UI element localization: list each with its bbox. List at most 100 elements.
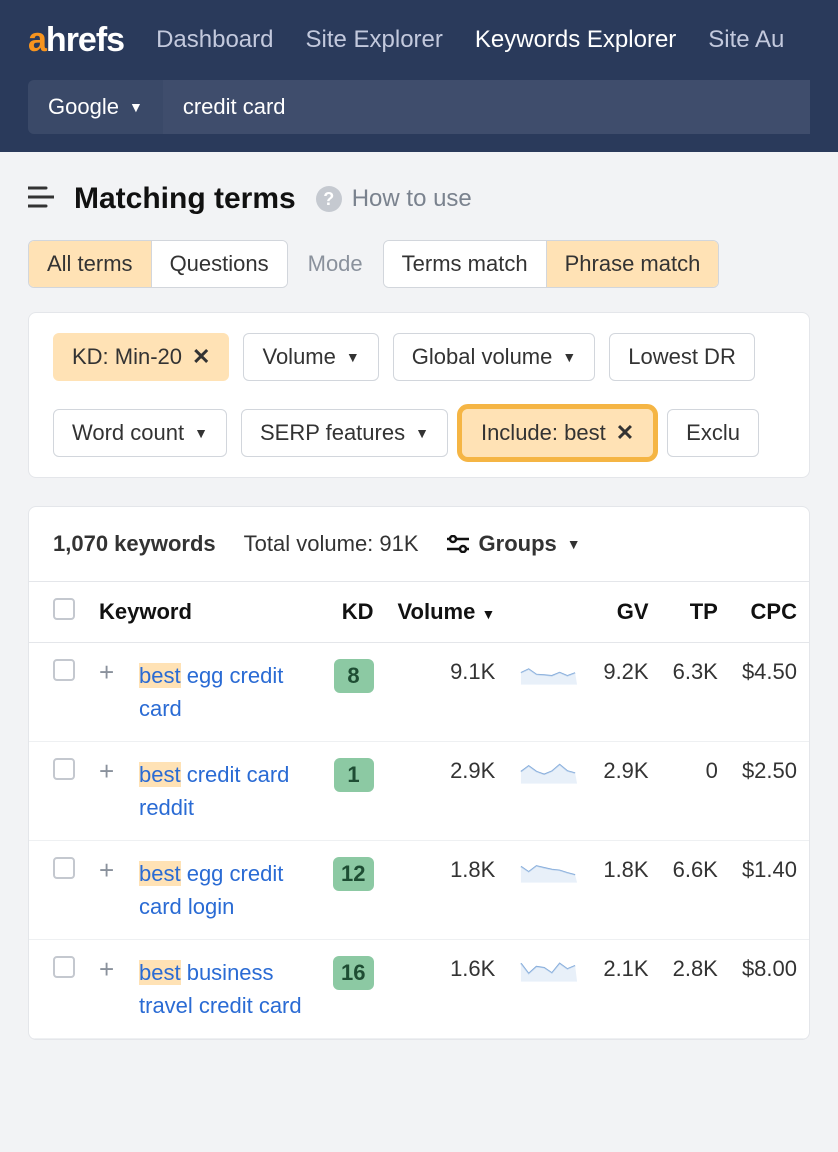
cell-cpc: $8.00 — [730, 940, 809, 1039]
cell-volume: 2.9K — [386, 742, 508, 841]
kd-badge: 16 — [333, 956, 373, 990]
keyword-link[interactable]: best business travel credit card — [139, 956, 309, 1022]
filter-word-count-label: Word count — [72, 420, 184, 446]
search-bar: Google ▼ — [0, 80, 838, 152]
filter-lowest-dr-label: Lowest DR — [628, 344, 736, 370]
filter-volume-label: Volume — [262, 344, 335, 370]
keywords-table: Keyword KD Volume ▼ GV TP CPC + best egg … — [29, 582, 809, 1039]
tab-terms-match[interactable]: Terms match — [384, 241, 547, 287]
cell-tp: 6.6K — [661, 841, 730, 940]
keyword-link[interactable]: best egg credit card — [139, 659, 309, 725]
sort-desc-icon: ▼ — [481, 606, 495, 622]
results-card: 1,070 keywords Total volume: 91K Groups … — [28, 506, 810, 1040]
cell-trend — [507, 742, 591, 841]
kd-badge: 1 — [334, 758, 374, 792]
cell-cpc: $4.50 — [730, 643, 809, 742]
col-volume-label: Volume — [398, 599, 476, 624]
filter-include-best[interactable]: Include: best ✕ — [462, 409, 653, 457]
tab-questions[interactable]: Questions — [152, 241, 287, 287]
groups-toggle[interactable]: Groups ▼ — [447, 531, 581, 557]
filter-lowest-dr[interactable]: Lowest DR — [609, 333, 755, 381]
table-row: +best egg credit card login121.8K1.8K6.6… — [29, 841, 809, 940]
keyword-link[interactable]: best credit card reddit — [139, 758, 309, 824]
col-gv[interactable]: GV — [591, 582, 660, 643]
filters-card: KD: Min-20 ✕ Volume ▼ Global volume ▼ Lo… — [28, 312, 810, 478]
search-engine-select[interactable]: Google ▼ — [28, 80, 163, 134]
caret-down-icon: ▼ — [129, 99, 143, 115]
filter-serp-features-label: SERP features — [260, 420, 405, 446]
col-keyword[interactable]: Keyword — [87, 582, 321, 643]
cell-tp: 2.8K — [661, 940, 730, 1039]
expand-row-button[interactable]: + — [99, 855, 114, 885]
table-row: + best egg credit card 8 9.1K 9.2K6.3K$4.50 — [29, 643, 809, 742]
match-tabgroup: Terms match Phrase match — [383, 240, 720, 288]
caret-down-icon: ▼ — [346, 349, 360, 365]
cell-cpc: $1.40 — [730, 841, 809, 940]
filter-global-volume[interactable]: Global volume ▼ — [393, 333, 596, 381]
expand-row-button[interactable]: + — [99, 954, 114, 984]
col-volume[interactable]: Volume ▼ — [386, 582, 508, 643]
caret-down-icon: ▼ — [415, 425, 429, 441]
filter-volume[interactable]: Volume ▼ — [243, 333, 378, 381]
filter-kd-label: KD: Min-20 — [72, 344, 182, 370]
top-nav: ahrefs Dashboard Site Explorer Keywords … — [0, 0, 838, 80]
keyword-link[interactable]: best egg credit card login — [139, 857, 309, 923]
filter-exclude-label: Exclu — [686, 420, 740, 446]
expand-row-button[interactable]: + — [99, 756, 114, 786]
menu-icon[interactable] — [28, 184, 54, 215]
nav-site-audit[interactable]: Site Au — [708, 26, 784, 54]
page-header: Matching terms ? How to use — [0, 152, 838, 240]
filter-serp-features[interactable]: SERP features ▼ — [241, 409, 448, 457]
filter-word-count[interactable]: Word count ▼ — [53, 409, 227, 457]
cell-tp: 6.3K — [661, 643, 730, 742]
keyword-search-input[interactable] — [163, 80, 810, 134]
cell-cpc: $2.50 — [730, 742, 809, 841]
col-tp[interactable]: TP — [661, 582, 730, 643]
page-title: Matching terms — [74, 182, 296, 216]
filter-kd[interactable]: KD: Min-20 ✕ — [53, 333, 229, 381]
tab-strip: All terms Questions Mode Terms match Phr… — [0, 240, 838, 288]
logo[interactable]: ahrefs — [28, 21, 124, 60]
row-checkbox[interactable] — [53, 956, 75, 978]
caret-down-icon: ▼ — [562, 349, 576, 365]
row-checkbox[interactable] — [53, 659, 75, 681]
cell-volume: 9.1K — [386, 643, 508, 742]
cell-gv: 2.9K — [591, 742, 660, 841]
table-row: + best business travel credit card 16 1.6K 2… — [29, 940, 809, 1039]
sliders-icon — [447, 535, 469, 553]
close-icon[interactable]: ✕ — [616, 420, 634, 446]
row-checkbox[interactable] — [53, 758, 75, 780]
cell-gv: 9.2K — [591, 643, 660, 742]
logo-a: a — [28, 21, 46, 59]
tab-phrase-match[interactable]: Phrase match — [547, 241, 719, 287]
select-all-checkbox[interactable] — [53, 598, 75, 620]
table-row: +best credit card reddit12.9K2.9K0$2.50 — [29, 742, 809, 841]
col-cpc[interactable]: CPC — [730, 582, 809, 643]
keyword-highlight: best — [139, 861, 181, 886]
cell-trend — [507, 643, 591, 742]
caret-down-icon: ▼ — [567, 536, 581, 552]
cell-gv: 2.1K — [591, 940, 660, 1039]
expand-row-button[interactable]: + — [99, 657, 114, 687]
cell-gv: 1.8K — [591, 841, 660, 940]
tab-all-terms[interactable]: All terms — [29, 241, 152, 287]
groups-label: Groups — [479, 531, 557, 557]
kd-badge: 8 — [334, 659, 374, 693]
nav-site-explorer[interactable]: Site Explorer — [305, 26, 442, 54]
total-volume: Total volume: 91K — [244, 531, 419, 557]
cell-volume: 1.6K — [386, 940, 508, 1039]
filter-include-best-label: Include: best — [481, 420, 606, 446]
keyword-highlight: best — [139, 960, 181, 985]
nav-keywords-explorer[interactable]: Keywords Explorer — [475, 26, 676, 54]
nav-dashboard[interactable]: Dashboard — [156, 26, 273, 54]
col-kd[interactable]: KD — [321, 582, 385, 643]
results-summary: 1,070 keywords Total volume: 91K Groups … — [29, 507, 809, 582]
close-icon[interactable]: ✕ — [192, 344, 210, 370]
kd-badge: 12 — [333, 857, 373, 891]
cell-trend — [507, 940, 591, 1039]
search-engine-label: Google — [48, 94, 119, 120]
cell-tp: 0 — [661, 742, 730, 841]
filter-exclude[interactable]: Exclu — [667, 409, 759, 457]
how-to-use[interactable]: ? How to use — [316, 185, 472, 213]
row-checkbox[interactable] — [53, 857, 75, 879]
